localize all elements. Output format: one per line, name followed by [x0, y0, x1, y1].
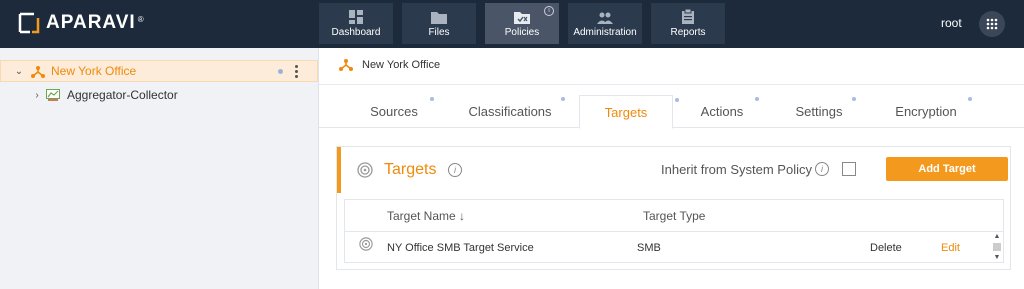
tab-label: Settings — [795, 104, 843, 119]
folder-icon — [431, 12, 447, 24]
main-nav: Dashboard Files i Policies Administratio… — [319, 3, 733, 44]
add-target-button[interactable]: Add Target — [886, 157, 1008, 181]
info-icon[interactable]: i — [544, 6, 554, 16]
scroll-up-icon[interactable]: ▲ — [994, 233, 1001, 240]
nav-label: Policies — [504, 27, 540, 38]
target-icon — [357, 162, 373, 178]
tab-indicator-dot — [561, 97, 565, 101]
target-name-cell: NY Office SMB Target Service — [387, 242, 534, 254]
nav-label: Dashboard — [331, 27, 381, 38]
target-icon — [359, 237, 373, 251]
divider — [319, 84, 1024, 85]
aparavi-logo[interactable]: APARAVI ® — [18, 12, 144, 34]
info-icon[interactable]: i — [448, 163, 462, 177]
chevron-down-icon[interactable]: ⌄ — [13, 66, 25, 77]
nav-label: Reports — [670, 27, 706, 38]
clipboard-icon — [682, 9, 694, 24]
card-header: Targets i Inherit from System Policy i A… — [337, 147, 1010, 193]
divider — [345, 231, 1003, 232]
tab-label: Actions — [700, 104, 744, 119]
tab-encryption[interactable]: Encryption — [892, 95, 972, 128]
tree-item-label: New York Office — [51, 64, 137, 78]
logo-registered: ® — [137, 14, 144, 24]
collector-icon — [46, 89, 60, 101]
logo-text: APARAVI — [46, 12, 136, 33]
policy-tabs: Sources Classifications Targets Actions … — [319, 95, 1024, 129]
scroll-thumb[interactable] — [993, 243, 1001, 251]
dashboard-icon — [349, 10, 363, 24]
nav-files[interactable]: Files — [402, 3, 476, 44]
tree-item-new-york-office[interactable]: ⌄ New York Office — [0, 60, 318, 82]
node-icon — [31, 65, 45, 78]
column-header-target-type[interactable]: Target Type — [643, 209, 705, 223]
apps-grid-icon[interactable] — [979, 11, 1005, 37]
nav-label: Files — [428, 27, 450, 38]
user-menu[interactable]: root — [941, 16, 962, 30]
targets-table: Target Name ↓ Target Type NY Office SMB … — [344, 199, 1004, 263]
nav-reports[interactable]: Reports — [651, 3, 725, 44]
main-panel: New York Office Sources Classifications … — [319, 48, 1024, 289]
nav-label: Administration — [573, 27, 637, 38]
node-icon — [339, 59, 353, 71]
breadcrumb: New York Office — [339, 58, 440, 71]
tab-actions[interactable]: Actions — [695, 95, 759, 128]
tab-indicator-dot — [755, 97, 759, 101]
tab-label: Sources — [370, 104, 418, 119]
nav-policies[interactable]: i Policies — [485, 3, 559, 44]
edit-link[interactable]: Edit — [941, 242, 960, 254]
tab-targets[interactable]: Targets — [579, 95, 679, 129]
policies-icon — [514, 12, 530, 24]
more-options-icon[interactable] — [295, 64, 298, 78]
nav-dashboard[interactable]: Dashboard — [319, 3, 393, 44]
tab-label: Encryption — [895, 104, 957, 119]
card-title: Targets — [384, 161, 437, 178]
delete-link[interactable]: Delete — [870, 242, 902, 254]
info-icon[interactable]: i — [815, 162, 829, 176]
tab-label: Targets — [604, 104, 648, 120]
table-scrollbar[interactable]: ▲ ▼ — [992, 233, 1002, 261]
tab-sources[interactable]: Sources — [364, 95, 434, 128]
tree-item-label: Aggregator-Collector — [67, 88, 178, 102]
tree-item-aggregator-collector[interactable]: › Aggregator-Collector — [0, 84, 318, 106]
top-bar: APARAVI ® Dashboard Files i Policies Adm… — [0, 0, 1024, 48]
targets-card: Targets i Inherit from System Policy i A… — [336, 146, 1011, 270]
tab-label: Classifications — [468, 104, 552, 119]
users-icon — [597, 12, 613, 24]
tab-indicator-dot — [968, 97, 972, 101]
tab-indicator-dot — [430, 97, 434, 101]
sidebar-tree: ⌄ New York Office › Aggregator-Collector — [0, 48, 319, 289]
status-dot — [278, 68, 283, 74]
chevron-right-icon[interactable]: › — [31, 90, 43, 101]
inherit-checkbox[interactable] — [842, 162, 856, 176]
nav-administration[interactable]: Administration — [568, 3, 642, 44]
tab-indicator-dot — [852, 97, 856, 101]
logo-mark-icon — [18, 12, 40, 34]
scroll-down-icon[interactable]: ▼ — [994, 254, 1001, 261]
tab-indicator-dot — [675, 98, 679, 102]
tab-classifications[interactable]: Classifications — [465, 95, 565, 128]
inherit-label: Inherit from System Policy — [661, 162, 812, 177]
tab-settings[interactable]: Settings — [792, 95, 856, 128]
target-type-cell: SMB — [637, 242, 661, 254]
breadcrumb-label: New York Office — [362, 58, 441, 71]
column-header-target-name[interactable]: Target Name ↓ — [387, 209, 465, 223]
